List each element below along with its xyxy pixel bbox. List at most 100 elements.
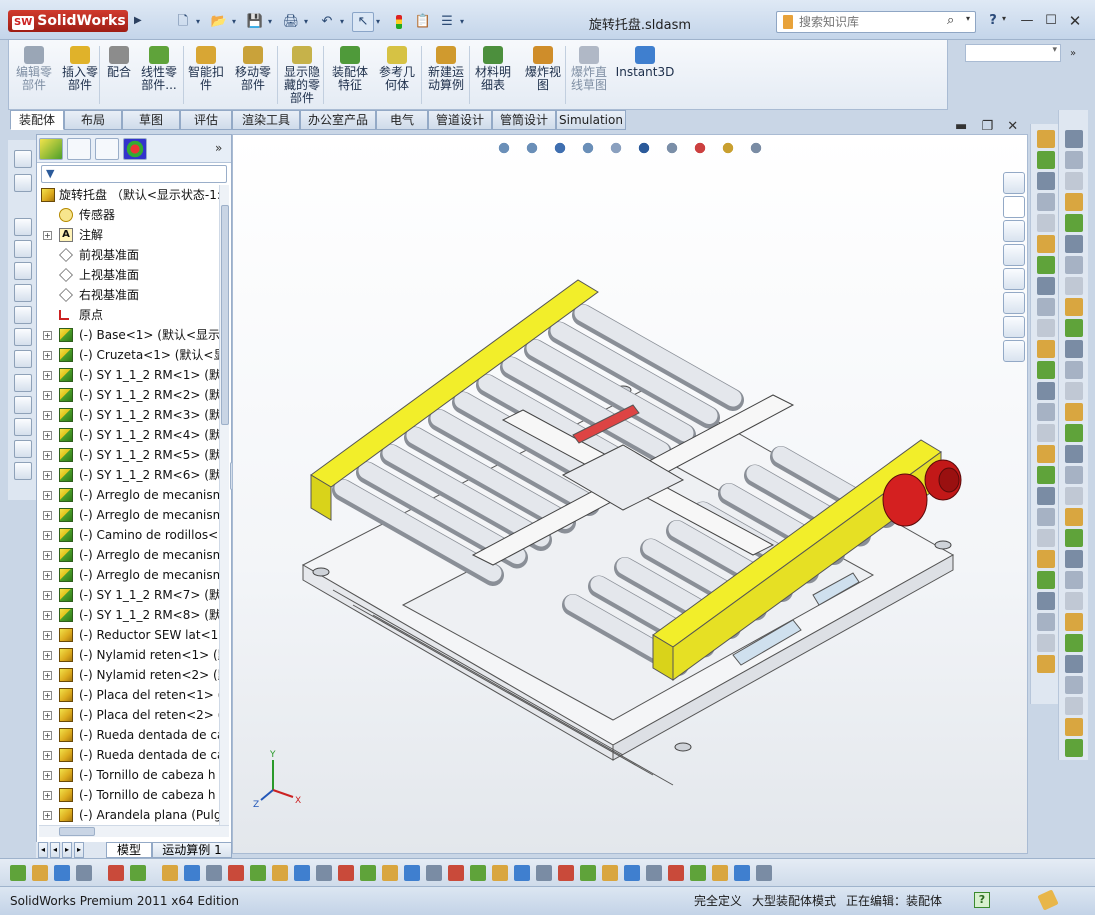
- ribbon-button-11[interactable]: 材料明 细表: [473, 44, 513, 106]
- custom-properties-icon[interactable]: [1003, 292, 1025, 314]
- undo-icon[interactable]: ↶: [316, 12, 338, 32]
- tree-item[interactable]: + (-) Reductor SEW lat<1:: [39, 625, 219, 645]
- sketch-tool-icon[interactable]: [1037, 655, 1055, 673]
- tree-item[interactable]: + (-) SY 1_1_2 RM<7> (默认: [39, 585, 219, 605]
- help-dropdown-icon[interactable]: ▾: [1002, 14, 1006, 23]
- selection-filter-icon[interactable]: [404, 865, 420, 881]
- selection-filter-icon[interactable]: [734, 865, 750, 881]
- expand-icon[interactable]: +: [43, 231, 52, 240]
- tab-scroll-first-icon[interactable]: ◂: [38, 842, 48, 858]
- tab-6[interactable]: 办公室产品: [300, 110, 376, 130]
- ribbon-button-6[interactable]: 移动零 部件: [231, 44, 275, 106]
- selection-filter-icon[interactable]: [646, 865, 662, 881]
- selection-filter-icon[interactable]: [206, 865, 222, 881]
- selection-filter-icon[interactable]: [250, 865, 266, 881]
- view-tool-icon[interactable]: [14, 374, 32, 392]
- design-library-icon[interactable]: [1003, 196, 1025, 218]
- feature-tool-icon[interactable]: [1065, 508, 1083, 526]
- selection-filter-icon[interactable]: [108, 865, 124, 881]
- feature-tool-icon[interactable]: [1065, 655, 1083, 673]
- feature-tool-icon[interactable]: [1065, 340, 1083, 358]
- tree-item[interactable]: + (-) SY 1_1_2 RM<8> (默认: [39, 605, 219, 625]
- tree-item[interactable]: + (-) SY 1_1_2 RM<6> (默认: [39, 465, 219, 485]
- viewport-minimize-icon[interactable]: ▬: [955, 119, 967, 134]
- expand-icon[interactable]: +: [43, 711, 52, 720]
- tab-10[interactable]: Simulation: [556, 110, 626, 130]
- view-tool-icon[interactable]: [14, 174, 32, 192]
- sketch-tool-icon[interactable]: [1037, 382, 1055, 400]
- feature-tool-icon[interactable]: [1065, 634, 1083, 652]
- selection-filter-icon[interactable]: [624, 865, 640, 881]
- selection-filter-icon[interactable]: [228, 865, 244, 881]
- expand-icon[interactable]: +: [43, 551, 52, 560]
- tree-horizontal-scrollbar[interactable]: [39, 825, 229, 837]
- feature-tool-icon[interactable]: [1065, 676, 1083, 694]
- feature-tree-tab-icon[interactable]: [39, 138, 63, 160]
- feature-tool-icon[interactable]: [1065, 739, 1083, 757]
- feature-tool-icon[interactable]: [1065, 424, 1083, 442]
- selection-filter-icon[interactable]: [130, 865, 146, 881]
- tab-4[interactable]: 评估: [180, 110, 232, 130]
- appearances-icon[interactable]: [1003, 268, 1025, 290]
- tab-model[interactable]: 模型: [106, 842, 152, 858]
- feature-tool-icon[interactable]: [1065, 193, 1083, 211]
- sketch-tool-icon[interactable]: [1037, 235, 1055, 253]
- toolbox-icon[interactable]: [1003, 316, 1025, 338]
- expand-icon[interactable]: +: [43, 351, 52, 360]
- tab-5[interactable]: 渲染工具: [232, 110, 300, 130]
- tree-item[interactable]: 前视基准面: [39, 245, 219, 265]
- maximize-icon[interactable]: ☐: [1042, 13, 1060, 29]
- sketch-tool-icon[interactable]: [1037, 487, 1055, 505]
- expand-icon[interactable]: +: [43, 511, 52, 520]
- feature-tool-icon[interactable]: [1065, 466, 1083, 484]
- selection-filter-icon[interactable]: [536, 865, 552, 881]
- ribbon-more-icon[interactable]: »: [1070, 48, 1076, 59]
- feature-tool-icon[interactable]: [1065, 130, 1083, 148]
- forum-icon[interactable]: [1003, 340, 1025, 362]
- tree-item[interactable]: + (-) SY 1_1_2 RM<5> (默认: [39, 445, 219, 465]
- ribbon-button-9[interactable]: 参考几 何体: [375, 44, 419, 106]
- selection-filter-icon[interactable]: [360, 865, 376, 881]
- expand-icon[interactable]: +: [43, 791, 52, 800]
- expand-icon[interactable]: +: [43, 691, 52, 700]
- expand-icon[interactable]: +: [43, 471, 52, 480]
- ribbon-button-1[interactable]: 编辑零 部件: [13, 44, 55, 106]
- view-tool-icon[interactable]: [14, 306, 32, 324]
- tree-item[interactable]: + (-) Arreglo de mecanism: [39, 505, 219, 525]
- selection-filter-icon[interactable]: [448, 865, 464, 881]
- file-explorer-icon[interactable]: [1003, 220, 1025, 242]
- tree-item[interactable]: + (-) Camino de rodillos<: [39, 525, 219, 545]
- new-dropdown-icon[interactable]: ▾: [193, 12, 203, 32]
- tree-item[interactable]: + (-) Cruzeta<1> (默认<显: [39, 345, 219, 365]
- feature-tool-icon[interactable]: [1065, 613, 1083, 631]
- sketch-tool-icon[interactable]: [1037, 193, 1055, 211]
- sketch-tool-icon[interactable]: [1037, 592, 1055, 610]
- tree-item[interactable]: + (-) Arreglo de mecanism: [39, 565, 219, 585]
- feature-tool-icon[interactable]: [1065, 277, 1083, 295]
- viewport-close-icon[interactable]: ✕: [1007, 119, 1018, 134]
- sketch-tool-icon[interactable]: [1037, 172, 1055, 190]
- options-dropdown-icon[interactable]: ▾: [457, 12, 467, 32]
- search-dropdown-icon[interactable]: ▾: [966, 14, 970, 23]
- search-input[interactable]: [799, 14, 949, 30]
- tab-8[interactable]: 管道设计: [428, 110, 492, 130]
- tab-2[interactable]: 布局: [64, 110, 122, 130]
- sketch-tool-icon[interactable]: [1037, 445, 1055, 463]
- sketch-tool-icon[interactable]: [1037, 361, 1055, 379]
- feature-tool-icon[interactable]: [1065, 214, 1083, 232]
- tree-item[interactable]: + (-) Nylamid reten<2> (默: [39, 665, 219, 685]
- expand-icon[interactable]: +: [43, 671, 52, 680]
- expand-icon[interactable]: +: [43, 611, 52, 620]
- tree-item[interactable]: + (-) Rueda dentada de ca: [39, 745, 219, 765]
- selection-filter-icon[interactable]: [76, 865, 92, 881]
- tree-filter[interactable]: ▼: [41, 165, 227, 183]
- selection-filter-icon[interactable]: [690, 865, 706, 881]
- expand-icon[interactable]: +: [43, 751, 52, 760]
- ribbon-button-3[interactable]: 配合: [105, 44, 133, 106]
- feature-tool-icon[interactable]: [1065, 718, 1083, 736]
- selection-filter-icon[interactable]: [712, 865, 728, 881]
- ribbon-button-7[interactable]: 显示隐 藏的零 部件: [279, 44, 325, 106]
- feature-tool-icon[interactable]: [1065, 151, 1083, 169]
- feature-tool-icon[interactable]: [1065, 487, 1083, 505]
- expand-icon[interactable]: +: [43, 491, 52, 500]
